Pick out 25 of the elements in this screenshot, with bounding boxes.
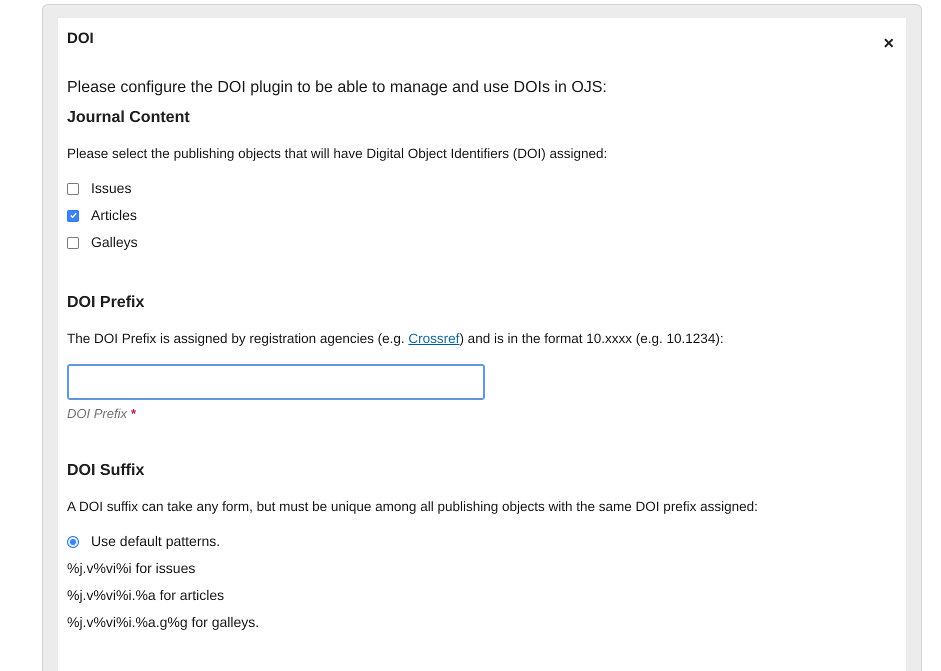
section-heading: Journal Content [67, 108, 191, 128]
checkbox-label: Articles [91, 206, 137, 226]
checkbox[interactable] [67, 182, 79, 195]
section-description: The DOI Prefix is assigned by registration agencies (e.g. Crossref) and is in the format 10.xxxx (e.g. 10.1234): [67, 330, 725, 348]
section-heading: DOI Prefix [67, 293, 146, 314]
required-mark: * [130, 404, 136, 422]
checkbox[interactable] [67, 210, 79, 222]
checkbox-label: Issues [91, 179, 132, 198]
section-heading: DOI Suffix [67, 461, 146, 481]
section-description: A DOI suffix can take any form, but must be unique among all publishing objects with the same DOI prefix assigned: [67, 498, 759, 516]
doi-prefix-input[interactable] [67, 364, 485, 400]
dialog-title: DOI [67, 28, 94, 49]
close-button[interactable]: × [883, 34, 894, 52]
intro-text: Please configure the DOI plugin to be able to manage and use DOIs in OJS: [67, 78, 608, 98]
radio-button[interactable] [67, 536, 79, 548]
field-label: DOI Prefix [67, 404, 127, 422]
pattern-text: %j.v%vi%i.%a.g%g for galleys. [67, 613, 260, 632]
pattern-text: %j.v%vi%i for issues [67, 559, 196, 578]
checkbox-label: Galleys [91, 233, 138, 252]
checkbox[interactable] [67, 236, 79, 249]
pattern-text: %j.v%vi%i.%a for articles [67, 586, 226, 606]
radio-label: Use default patterns. [91, 532, 220, 552]
crossref-link[interactable]: Crossref [408, 331, 460, 346]
check-icon [68, 211, 78, 220]
section-description: Please select the publishing objects that will have Digital Object Identifiers (DOI) assigned: [67, 145, 608, 163]
